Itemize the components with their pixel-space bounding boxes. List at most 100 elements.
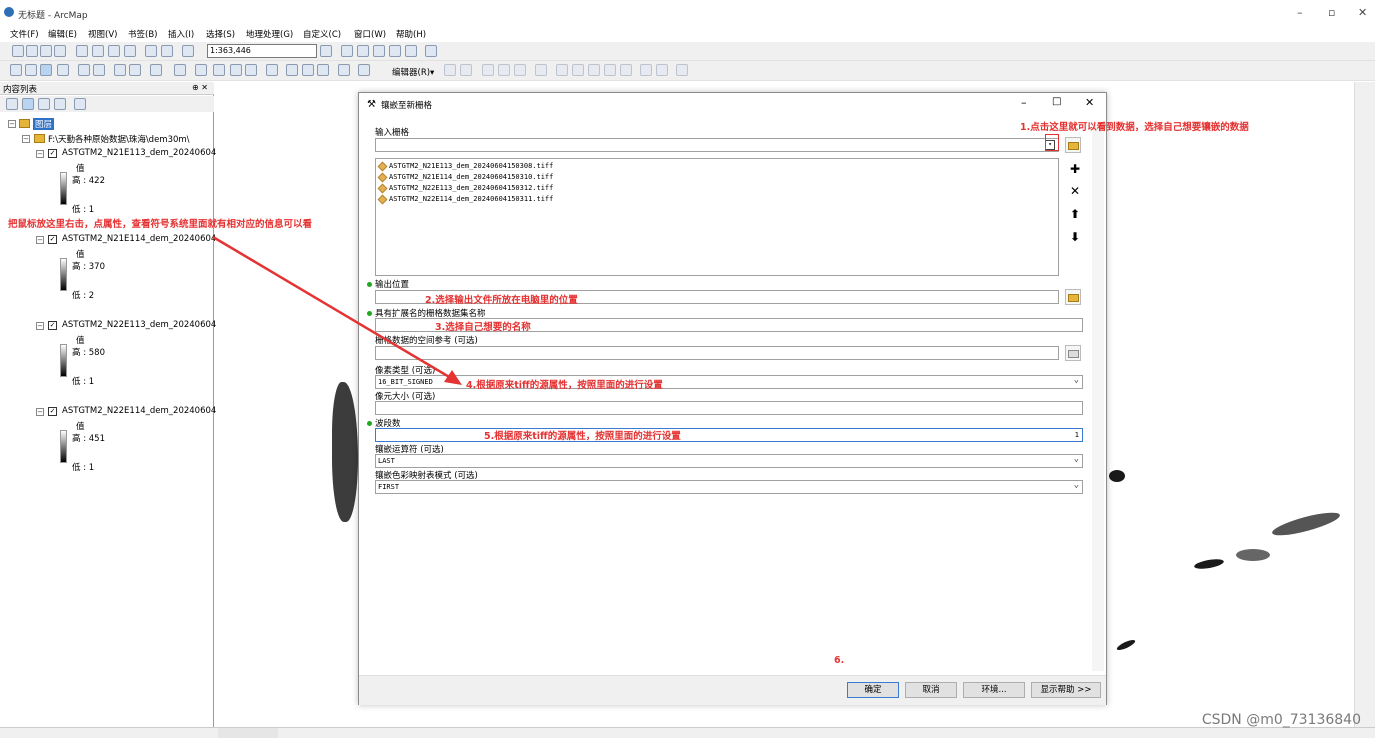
zoom-out-icon[interactable] — [25, 64, 37, 76]
dialog-close-icon[interactable]: ✕ — [1085, 96, 1094, 109]
menu-windows[interactable]: 窗口(W) — [354, 28, 386, 40]
ok-button[interactable]: 确定 — [847, 682, 899, 698]
dialog-scrollbar[interactable] — [1092, 123, 1104, 671]
list-by-selection-icon[interactable] — [54, 98, 66, 110]
cut-icon[interactable] — [76, 45, 88, 57]
menu-selection[interactable]: 选择(S) — [206, 28, 235, 40]
layer-visibility-checkbox[interactable]: ✓ — [48, 407, 57, 416]
expand-layers-icon[interactable]: − — [8, 120, 16, 128]
cancel-button[interactable]: 取消 — [905, 682, 957, 698]
dialog-minimize-icon[interactable]: – — [1021, 96, 1027, 109]
copy-icon[interactable] — [92, 45, 104, 57]
expand-layer-icon[interactable]: − — [36, 408, 44, 416]
mosaic-operator-select[interactable]: LAST — [375, 453, 1083, 468]
list-by-source-icon[interactable] — [22, 98, 34, 110]
save-icon[interactable] — [40, 45, 52, 57]
open-icon[interactable] — [26, 45, 38, 57]
editor-toolbar-icon[interactable] — [341, 45, 353, 57]
zoom-in-icon[interactable] — [10, 64, 22, 76]
spatial-reference-button[interactable] — [1065, 345, 1081, 361]
identify-icon[interactable] — [213, 64, 225, 76]
undo-icon[interactable] — [145, 45, 157, 57]
toc-icon[interactable] — [357, 45, 369, 57]
layer-name[interactable]: ASTGTM2_N22E113_dem_20240604 — [62, 320, 216, 330]
remove-icon[interactable]: ✕ — [1067, 183, 1083, 199]
layer-name[interactable]: ASTGTM2_N21E114_dem_20240604 — [62, 234, 216, 244]
find-icon[interactable] — [286, 64, 298, 76]
browse-output-button[interactable] — [1065, 289, 1081, 305]
cell-size-input[interactable] — [375, 401, 1083, 415]
layer-visibility-checkbox[interactable]: ✓ — [48, 235, 57, 244]
go-to-xy-icon[interactable] — [317, 64, 329, 76]
time-slider-icon[interactable] — [338, 64, 350, 76]
list-item[interactable]: ASTGTM2_N21E114_dem_20240604150310.tiff — [377, 172, 553, 182]
layers-root[interactable]: 图层 — [33, 118, 55, 130]
options-icon[interactable] — [74, 98, 86, 110]
layout-icon[interactable] — [320, 45, 332, 57]
route-icon[interactable] — [302, 64, 314, 76]
menu-bookmarks[interactable]: 书签(B) — [128, 28, 157, 40]
print-icon[interactable] — [54, 45, 66, 57]
html-popup-icon[interactable] — [245, 64, 257, 76]
view-switch-buttons[interactable] — [218, 728, 278, 738]
menu-customize[interactable]: 自定义(C) — [303, 28, 341, 40]
viewer-icon[interactable] — [358, 64, 370, 76]
delete-icon[interactable] — [124, 45, 136, 57]
show-help-button[interactable]: 显示帮助 >> — [1031, 682, 1101, 698]
layer-visibility-checkbox[interactable]: ✓ — [48, 149, 57, 158]
maximize-icon[interactable]: ▫ — [1328, 6, 1335, 19]
toc-pin-close[interactable]: ⊕ ✕ — [192, 83, 208, 92]
expand-layer-icon[interactable]: − — [36, 322, 44, 330]
measure-icon[interactable] — [266, 64, 278, 76]
pan-icon[interactable] — [40, 64, 52, 76]
add-icon[interactable]: ✚ — [1067, 161, 1083, 177]
select-elements-icon[interactable] — [195, 64, 207, 76]
input-rasters-list[interactable]: ASTGTM2_N21E113_dem_20240604150308.tiff … — [375, 158, 1059, 276]
list-by-visibility-icon[interactable] — [38, 98, 50, 110]
paste-icon[interactable] — [108, 45, 120, 57]
layer-name[interactable]: ASTGTM2_N22E114_dem_20240604 — [62, 406, 216, 416]
menu-insert[interactable]: 插入(I) — [168, 28, 194, 40]
list-item[interactable]: ASTGTM2_N22E114_dem_20240604150311.tiff — [377, 194, 553, 204]
colormap-mode-select[interactable]: FIRST — [375, 479, 1083, 494]
new-icon[interactable] — [12, 45, 24, 57]
clear-selection-icon[interactable] — [174, 64, 186, 76]
full-extent-icon[interactable] — [57, 64, 69, 76]
menu-edit[interactable]: 编辑(E) — [48, 28, 77, 40]
close-icon[interactable]: ✕ — [1358, 6, 1367, 19]
hyperlink-icon[interactable] — [230, 64, 242, 76]
expand-layer-icon[interactable]: − — [36, 236, 44, 244]
list-item[interactable]: ASTGTM2_N22E113_dem_20240604150312.tiff — [377, 183, 553, 193]
dialog-maximize-icon[interactable]: □ — [1052, 96, 1061, 107]
arctoolbox-icon[interactable] — [405, 45, 417, 57]
horizontal-scrollbar[interactable] — [0, 727, 1375, 738]
fixed-zoom-in-icon[interactable] — [78, 64, 90, 76]
python-icon[interactable] — [425, 45, 437, 57]
minimize-icon[interactable]: – — [1297, 6, 1303, 19]
catalog-icon[interactable] — [373, 45, 385, 57]
menu-help[interactable]: 帮助(H) — [396, 28, 426, 40]
editor-menu[interactable]: 编辑器(R)▾ — [392, 66, 434, 78]
list-item[interactable]: ASTGTM2_N21E113_dem_20240604150308.tiff — [377, 161, 553, 171]
search-icon[interactable] — [389, 45, 401, 57]
layer-name[interactable]: ASTGTM2_N21E113_dem_20240604 — [62, 148, 216, 158]
list-by-drawing-order-icon[interactable] — [6, 98, 18, 110]
redo-icon[interactable] — [161, 45, 173, 57]
select-features-icon[interactable] — [150, 64, 162, 76]
layer-visibility-checkbox[interactable]: ✓ — [48, 321, 57, 330]
environments-button[interactable]: 环境... — [963, 682, 1025, 698]
spatial-reference-input[interactable] — [375, 346, 1059, 360]
move-up-icon[interactable]: ⬆ — [1067, 206, 1083, 222]
input-rasters-combo[interactable]: ▾ — [375, 138, 1059, 152]
fixed-zoom-out-icon[interactable] — [93, 64, 105, 76]
menu-view[interactable]: 视图(V) — [88, 28, 117, 40]
menu-geoprocessing[interactable]: 地理处理(G) — [246, 28, 293, 40]
bands-input[interactable]: 1 — [375, 428, 1083, 442]
move-down-icon[interactable]: ⬇ — [1067, 229, 1083, 245]
expand-folder-icon[interactable]: − — [22, 135, 30, 143]
map-vertical-scrollbar[interactable] — [1354, 82, 1366, 727]
forward-icon[interactable] — [129, 64, 141, 76]
back-icon[interactable] — [114, 64, 126, 76]
browse-input-button[interactable] — [1065, 137, 1081, 153]
expand-layer-icon[interactable]: − — [36, 150, 44, 158]
